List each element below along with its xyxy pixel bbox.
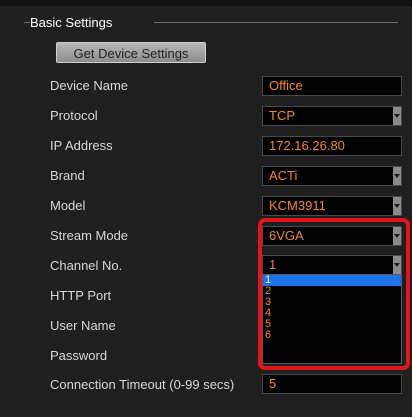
- protocol-select[interactable]: TCP: [262, 106, 402, 126]
- connection-timeout-label: Connection Timeout (0-99 secs): [50, 377, 235, 392]
- connection-timeout-input[interactable]: 5: [262, 374, 402, 394]
- user-name-label: User Name: [50, 318, 116, 333]
- ip-address-label: IP Address: [50, 138, 113, 153]
- device-name-label: Device Name: [50, 78, 129, 93]
- chevron-down-icon[interactable]: [393, 197, 401, 215]
- password-label: Password: [50, 348, 108, 363]
- model-select[interactable]: KCM3911: [262, 196, 402, 216]
- model-label: Model: [50, 198, 86, 213]
- device-name-input[interactable]: Office: [262, 76, 402, 96]
- ip-address-input[interactable]: 172.16.26.80: [262, 136, 402, 156]
- stream-mode-label: Stream Mode: [50, 228, 129, 243]
- model-value: KCM3911: [269, 198, 326, 213]
- http-port-label: HTTP Port: [50, 288, 112, 303]
- group-title: Basic Settings: [30, 15, 113, 30]
- protocol-label: Protocol: [50, 108, 98, 123]
- highlight-annotation: [258, 218, 410, 370]
- basic-settings-panel: Basic Settings Get Device Settings Devic…: [0, 0, 412, 417]
- brand-label: Brand: [50, 168, 85, 183]
- get-device-settings-button[interactable]: Get Device Settings: [56, 42, 206, 63]
- brand-select[interactable]: ACTi: [262, 166, 402, 186]
- brand-value: ACTi: [269, 168, 298, 183]
- channel-no-label: Channel No.: [50, 258, 123, 273]
- top-strip: [0, 0, 412, 6]
- chevron-down-icon[interactable]: [393, 167, 401, 185]
- chevron-down-icon[interactable]: [393, 107, 401, 125]
- protocol-value: TCP: [269, 108, 295, 123]
- group-border-right: [154, 22, 398, 23]
